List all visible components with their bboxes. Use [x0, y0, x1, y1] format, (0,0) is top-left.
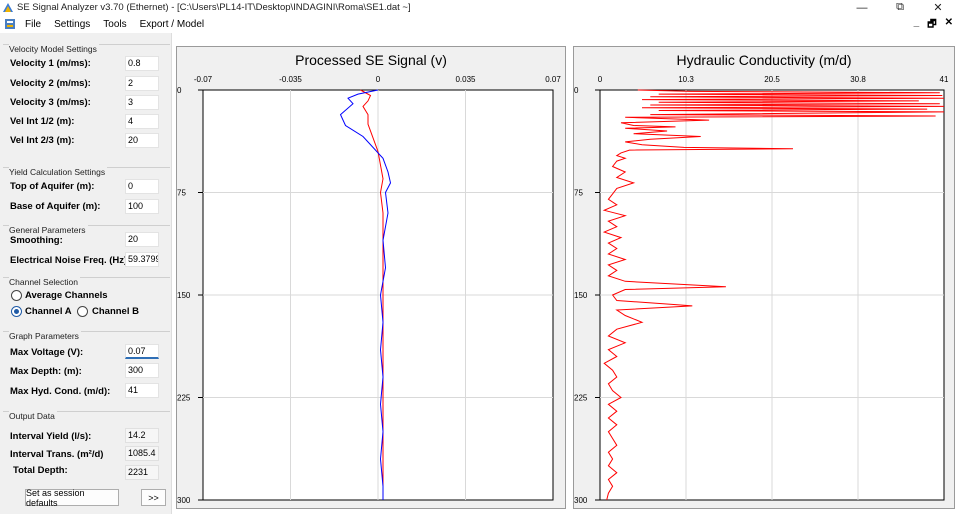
top-aquifer-label: Top of Aquifer (m):: [10, 181, 95, 192]
menu-export-model[interactable]: Export / Model: [140, 19, 204, 30]
title-bar: SE Signal Analyzer v3.70 (Ethernet) - [C…: [0, 0, 957, 15]
max-voltage-field[interactable]: 0.07: [125, 344, 159, 359]
mdi-restore-button[interactable]: 🗗: [927, 17, 936, 34]
minimize-button[interactable]: —: [843, 0, 881, 15]
velocity-1-label: Velocity 1 (m/ms):: [10, 58, 91, 69]
y-tick-label: 225: [574, 394, 588, 403]
velocity-2-label: Velocity 2 (m/ms):: [10, 78, 91, 89]
x-tick-label: 30.8: [850, 75, 866, 84]
average-channels-label: Average Channels: [25, 290, 108, 301]
noise-freq-label: Electrical Noise Freq. (Hz):: [10, 255, 131, 266]
interval-yield-value: 14.2: [125, 428, 159, 443]
max-hyd-cond-label: Max Hyd. Cond. (m/d):: [10, 386, 111, 397]
vel-int-23-field[interactable]: 20: [125, 133, 159, 148]
restore-button[interactable]: ⧉: [881, 0, 919, 15]
hyd-cond-chart-panel: Hydraulic Conductivity (m/d) 0 10.3 20.5 30…: [573, 46, 955, 509]
x-tick-label: 0: [376, 75, 381, 84]
vel-int-12-label: Vel Int 1/2 (m):: [10, 116, 75, 127]
group-title: Yield Calculation Settings: [9, 167, 108, 177]
y-tick-label: 300: [177, 496, 191, 505]
y-tick-label: 0: [574, 86, 579, 95]
document-icon: [5, 19, 15, 29]
x-tick-label: -0.035: [279, 75, 302, 84]
mdi-close-button[interactable]: ✕: [945, 17, 953, 34]
window-title: SE Signal Analyzer v3.70 (Ethernet) - [C…: [17, 2, 411, 13]
group-title: Channel Selection: [9, 277, 80, 287]
x-tick-label: 0.035: [455, 75, 476, 84]
group-title: Graph Parameters: [9, 331, 81, 341]
interval-trans-value: 1085.4: [125, 446, 159, 461]
smoothing-label: Smoothing:: [10, 235, 63, 246]
total-depth-value: 2231: [125, 465, 159, 480]
group-title: General Parameters: [9, 225, 88, 235]
vel-int-23-label: Vel Int 2/3 (m):: [10, 135, 75, 146]
session-defaults-button[interactable]: Set as session defaults: [25, 488, 119, 508]
velocity-3-field[interactable]: 3: [125, 95, 159, 110]
y-tick-label: 150: [177, 291, 191, 300]
x-tick-label: 41: [940, 75, 949, 84]
base-aquifer-field[interactable]: 100: [125, 199, 159, 214]
hyd-cond-chart: 0 10.3 20.5 30.8 41 0 75 150 225 300: [574, 75, 949, 505]
group-title: Output Data: [9, 411, 57, 421]
menu-file[interactable]: File: [25, 19, 41, 30]
top-aquifer-field[interactable]: 0: [125, 179, 159, 194]
velocity-1-field[interactable]: 0.8: [125, 56, 159, 71]
x-tick-label: -0.07: [194, 75, 213, 84]
channel-b-label: Channel B: [92, 306, 139, 317]
mdi-minimize-button[interactable]: _: [914, 17, 920, 34]
group-title: Velocity Model Settings: [9, 44, 99, 54]
menu-settings[interactable]: Settings: [54, 19, 90, 30]
max-hyd-cond-field[interactable]: 41: [125, 383, 159, 398]
menu-tools[interactable]: Tools: [103, 19, 126, 30]
x-tick-label: 0: [598, 75, 603, 84]
base-aquifer-label: Base of Aquifer (m):: [10, 201, 101, 212]
velocity-3-label: Velocity 3 (m/ms):: [10, 97, 91, 108]
max-depth-field[interactable]: 300: [125, 363, 159, 378]
y-tick-label: 150: [574, 291, 588, 300]
y-tick-label: 75: [574, 189, 583, 198]
close-button[interactable]: ✕: [919, 0, 957, 15]
smoothing-field[interactable]: 20: [125, 232, 159, 247]
average-channels-radio[interactable]: [11, 290, 22, 301]
menu-bar: File Settings Tools Export / Model _ 🗗 ✕: [0, 15, 957, 33]
settings-panel: Velocity Model Settings Velocity 1 (m/ms…: [0, 33, 172, 514]
channel-b-radio[interactable]: [77, 306, 88, 317]
expand-button[interactable]: >>: [141, 489, 166, 506]
channel-a-label: Channel A: [25, 306, 72, 317]
se-signal-chart: -0.07 -0.035 0 0.035 0.07 0 75 150 225 300: [177, 75, 561, 505]
max-voltage-label: Max Voltage (V):: [10, 347, 84, 358]
x-tick-label: 0.07: [545, 75, 561, 84]
y-tick-label: 75: [177, 189, 186, 198]
velocity-2-field[interactable]: 2: [125, 76, 159, 91]
x-tick-label: 10.3: [678, 75, 694, 84]
max-depth-label: Max Depth: (m):: [10, 366, 82, 377]
y-tick-label: 225: [177, 394, 191, 403]
app-icon: [3, 2, 13, 12]
se-signal-chart-panel: Processed SE Signal (v) -0.07 -0.035 0 0.03…: [176, 46, 566, 509]
noise-freq-field[interactable]: 59.37999: [125, 252, 159, 267]
interval-yield-label: Interval Yield (l/s):: [10, 431, 92, 442]
total-depth-label: Total Depth:: [13, 465, 68, 476]
interval-trans-label: Interval Trans. (m²/d): [10, 449, 104, 460]
x-tick-label: 20.5: [764, 75, 780, 84]
vel-int-12-field[interactable]: 4: [125, 114, 159, 129]
y-tick-label: 300: [574, 496, 588, 505]
channel-a-radio[interactable]: [11, 306, 22, 317]
y-tick-label: 0: [177, 86, 182, 95]
